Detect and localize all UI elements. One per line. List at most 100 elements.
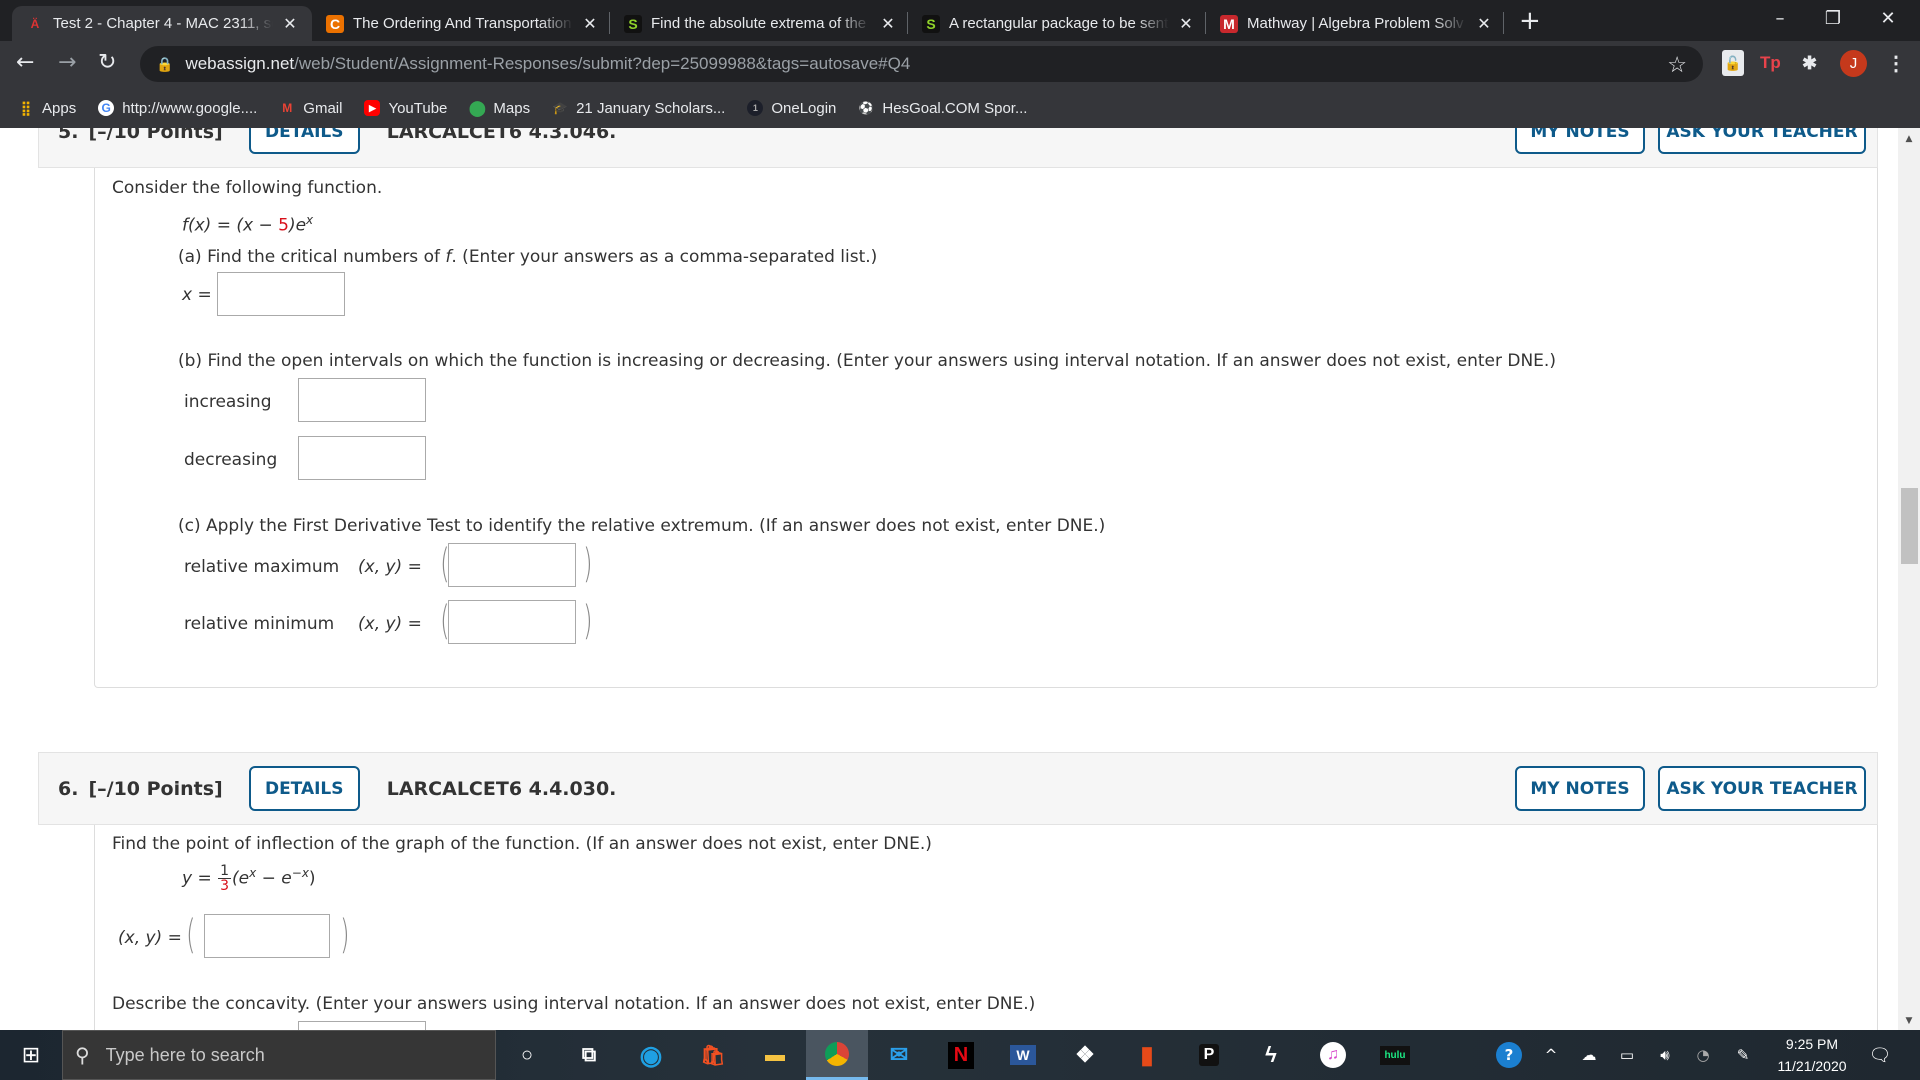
tab-mathway[interactable]: M Mathway | Algebra Problem Solv ✕ xyxy=(1206,6,1504,41)
details-button[interactable]: DETAILS xyxy=(248,128,360,154)
close-tab-icon[interactable]: ✕ xyxy=(1177,14,1195,34)
page-scrollbar[interactable]: ▲ ▼ xyxy=(1898,128,1920,1030)
tab-slader-package[interactable]: S A rectangular package to be sent ✕ xyxy=(908,6,1206,41)
concavity-input[interactable] xyxy=(298,1021,426,1030)
close-tab-icon[interactable]: ✕ xyxy=(1475,14,1493,34)
netflix-logo: N xyxy=(947,1041,975,1069)
taskbar-search-box[interactable]: ⚲ Type here to search xyxy=(62,1030,496,1080)
restore-button[interactable]: ❐ xyxy=(1813,4,1853,34)
bolt-icon[interactable]: ϟ xyxy=(1240,1030,1302,1080)
address-bar[interactable]: 🔒 webassign.net/web/Student/Assignment-R… xyxy=(140,46,1703,82)
volume-icon[interactable]: 🔊︎ xyxy=(1646,1030,1684,1080)
extensions-puzzle-icon[interactable]: ✱ xyxy=(1802,50,1817,76)
bookmarks-bar: ⣿ Apps G http://www.google.... M Gmail ▶… xyxy=(0,88,1920,128)
dropbox-icon[interactable]: ❖ xyxy=(1054,1030,1116,1080)
hulu-icon[interactable]: hulu xyxy=(1364,1030,1426,1080)
lock-extension-icon[interactable]: 🔓 xyxy=(1722,50,1744,76)
netflix-icon[interactable]: N xyxy=(930,1030,992,1080)
reload-button[interactable]: ↻ xyxy=(98,51,116,75)
close-window-button[interactable]: ✕ xyxy=(1868,4,1908,34)
mathway-icon: M xyxy=(1220,14,1238,33)
store-icon[interactable]: 🛍 xyxy=(682,1030,744,1080)
slader-icon: S xyxy=(624,14,642,33)
bookmark-hesgoal[interactable]: ⚽ HesGoal.COM Spor... xyxy=(858,100,1028,117)
relative-max-input[interactable] xyxy=(448,543,576,587)
question-code: LARCALCET6 4.4.030. xyxy=(386,777,617,800)
onedrive-icon[interactable]: ☁ xyxy=(1570,1030,1608,1080)
close-tab-icon[interactable]: ✕ xyxy=(281,14,299,34)
close-tab-icon[interactable]: ✕ xyxy=(879,14,897,34)
scroll-down-arrow[interactable]: ▼ xyxy=(1898,1016,1920,1026)
tab-webassign-test[interactable]: Ä Test 2 - Chapter 4 - MAC 2311, se ✕ xyxy=(12,6,312,41)
start-button[interactable]: ⊞ xyxy=(0,1030,62,1080)
wifi-icon[interactable]: ◔ xyxy=(1684,1030,1722,1080)
bookmark-star-icon[interactable]: ☆ xyxy=(1667,52,1687,78)
question-number: 6. xyxy=(58,777,79,800)
taskbar-clock[interactable]: 9:25 PM 11/21/2020 xyxy=(1764,1033,1860,1077)
tab-slader-extrema[interactable]: S Find the absolute extrema of the ✕ xyxy=(610,6,908,41)
bookmark-google[interactable]: G http://www.google.... xyxy=(98,100,257,117)
pen-icon[interactable]: ✎ xyxy=(1722,1030,1764,1080)
xy-label: (x, y) = xyxy=(358,614,422,634)
menu-kebab-icon[interactable]: ⋮ xyxy=(1886,50,1906,76)
close-tab-icon[interactable]: ✕ xyxy=(581,14,599,34)
ask-teacher-button[interactable]: ASK YOUR TEACHER xyxy=(1658,128,1866,154)
question-number: 5. xyxy=(58,128,79,143)
scroll-up-arrow[interactable]: ▲ xyxy=(1898,134,1920,144)
tab-title: A rectangular package to be sent xyxy=(949,15,1169,32)
my-notes-button[interactable]: MY NOTES xyxy=(1515,128,1645,154)
itunes-icon[interactable]: ♫ xyxy=(1302,1030,1364,1080)
edge-icon[interactable]: ◉ xyxy=(620,1030,682,1080)
increasing-input[interactable] xyxy=(298,378,426,422)
relative-min-input[interactable] xyxy=(448,600,576,644)
ask-teacher-button[interactable]: ASK YOUR TEACHER xyxy=(1658,766,1866,811)
browser-toolbar: ← → ↻ 🔒 webassign.net/web/Student/Assign… xyxy=(0,41,1920,88)
google-icon: G xyxy=(98,100,115,116)
pulse-icon[interactable]: P xyxy=(1178,1030,1240,1080)
help-icon[interactable]: ? xyxy=(1486,1030,1532,1080)
right-paren: ) xyxy=(583,598,593,644)
mail-icon[interactable]: ✉ xyxy=(868,1030,930,1080)
decreasing-input[interactable] xyxy=(298,436,426,480)
relative-max-label: relative maximum xyxy=(184,557,340,577)
office-icon[interactable]: ▮ xyxy=(1116,1030,1178,1080)
question-points: [–/10 Points] xyxy=(88,128,223,143)
battery-icon[interactable]: ▭ xyxy=(1608,1030,1646,1080)
bookmark-apps[interactable]: ⣿ Apps xyxy=(18,100,76,117)
word-icon[interactable]: W xyxy=(992,1030,1054,1080)
tp-extension-icon[interactable]: Tp xyxy=(1760,50,1781,76)
lock-icon: 🔒 xyxy=(156,55,174,72)
apps-grid-icon: ⣿ xyxy=(20,99,32,116)
relative-min-label: relative minimum xyxy=(184,614,335,634)
tab-chegg[interactable]: C The Ordering And Transportation ✕ xyxy=(312,6,610,41)
bookmark-gmail[interactable]: M Gmail xyxy=(279,100,342,117)
scrollbar-thumb[interactable] xyxy=(1901,488,1918,564)
new-tab-button[interactable]: + xyxy=(1519,6,1541,36)
details-button[interactable]: DETAILS xyxy=(248,766,360,811)
my-notes-button[interactable]: MY NOTES xyxy=(1515,766,1645,811)
task-view-icon[interactable]: ⧉ xyxy=(558,1030,620,1080)
graduation-cap-icon: 🎓 xyxy=(552,101,568,115)
back-button[interactable]: ← xyxy=(16,51,34,75)
critical-numbers-input[interactable] xyxy=(217,272,345,316)
cortana-icon[interactable]: ○ xyxy=(496,1030,558,1080)
forward-button[interactable]: → xyxy=(58,51,76,75)
profile-avatar[interactable]: J xyxy=(1840,50,1867,77)
minimize-button[interactable]: – xyxy=(1760,4,1800,34)
file-explorer-icon[interactable]: ▬ xyxy=(744,1030,806,1080)
bookmark-youtube[interactable]: ▶ YouTube xyxy=(364,100,447,117)
chrome-icon[interactable] xyxy=(806,1030,868,1080)
decreasing-label: decreasing xyxy=(184,450,278,470)
xy-label: (x, y) = xyxy=(358,557,422,577)
bookmark-onelogin[interactable]: 1 OneLogin xyxy=(747,100,836,117)
search-icon: ⚲ xyxy=(75,1044,90,1067)
x-label: x = xyxy=(182,285,212,305)
pulse-logo: P xyxy=(1198,1044,1220,1066)
bookmark-maps[interactable]: ⬤ Maps xyxy=(469,100,530,118)
url-path: /web/Student/Assignment-Responses/submit… xyxy=(294,54,911,73)
question-intro: Find the point of inflection of the grap… xyxy=(112,834,932,854)
bookmark-scholars[interactable]: 🎓 21 January Scholars... xyxy=(552,100,726,117)
show-hidden-icons[interactable]: ^ xyxy=(1532,1030,1570,1080)
inflection-point-input[interactable] xyxy=(204,914,330,958)
notifications-icon[interactable]: 🗨︎ xyxy=(1860,1030,1900,1080)
